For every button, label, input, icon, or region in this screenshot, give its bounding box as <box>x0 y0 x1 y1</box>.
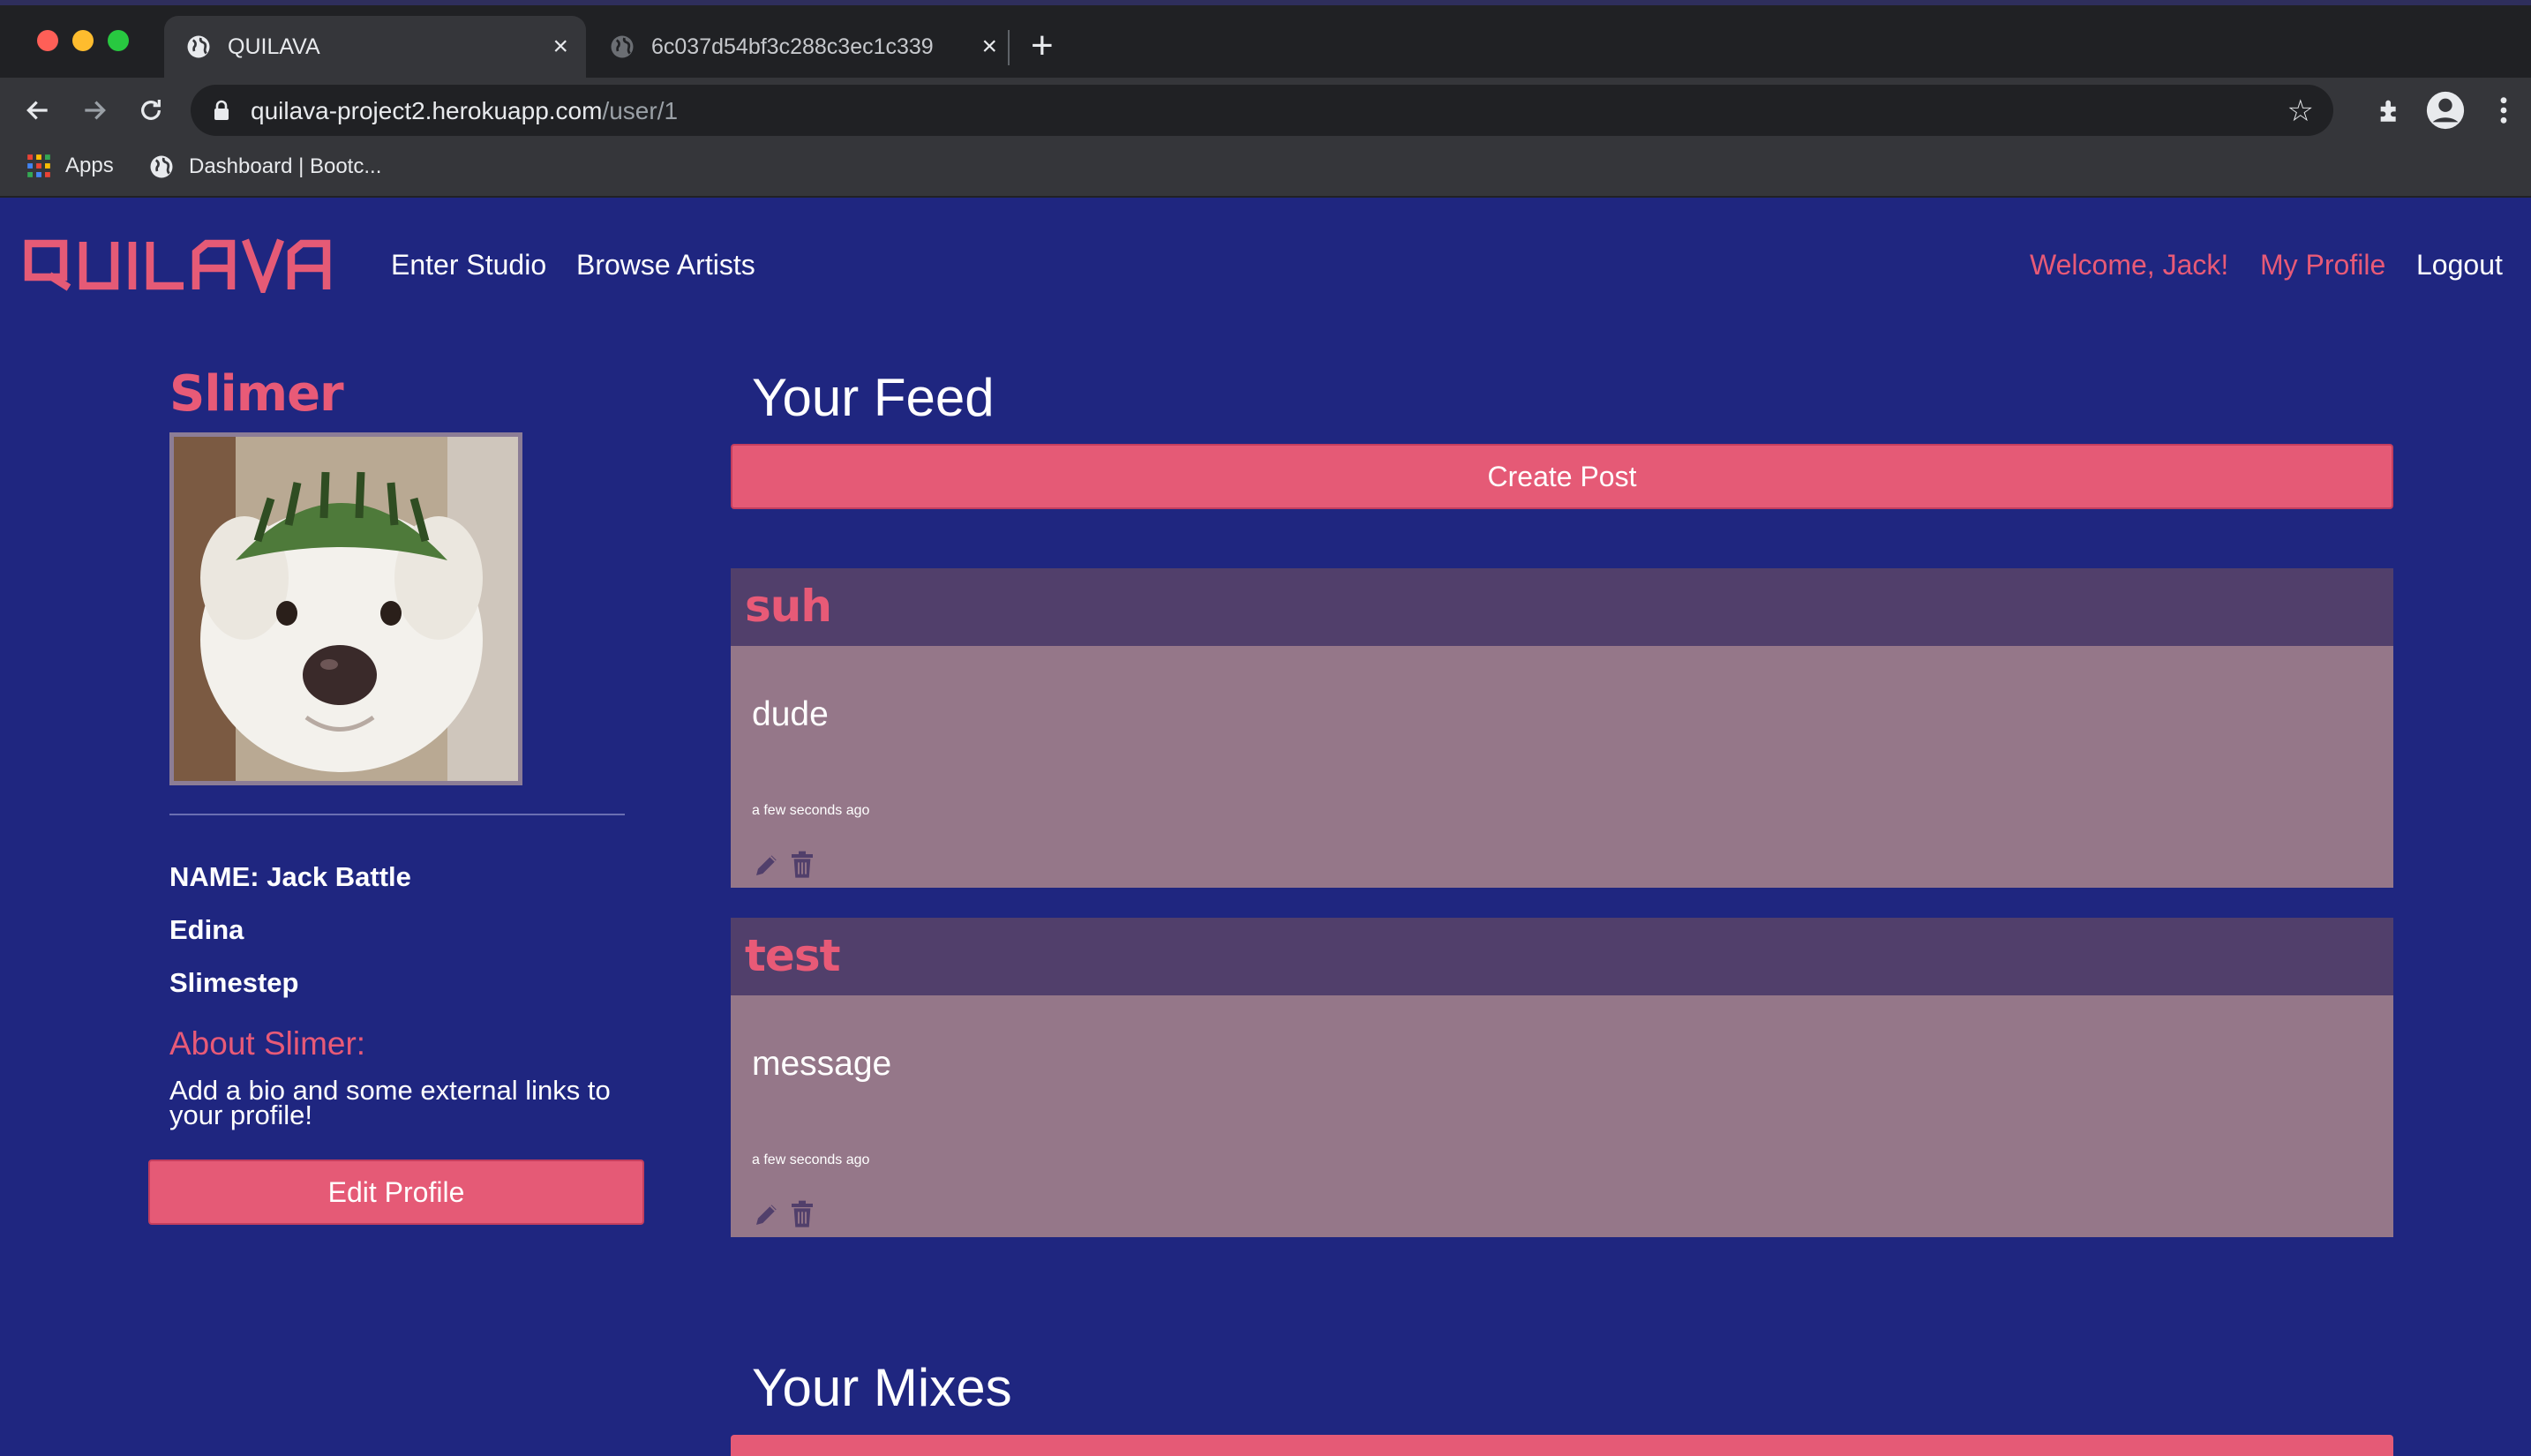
nav-logout[interactable]: Logout <box>2416 249 2503 281</box>
browser-toolbar: quilava-project2.herokuapp.com/user/1 ☆ <box>0 78 2531 143</box>
post-header: suh <box>731 568 2393 646</box>
profile-avatar <box>169 432 522 785</box>
forward-arrow-icon[interactable] <box>74 90 115 131</box>
pencil-edit-icon[interactable] <box>752 851 782 879</box>
profile-location: Edina <box>169 914 244 945</box>
brand-logo[interactable] <box>23 238 341 299</box>
bookmarks-bar: Apps Dashboard | Bootc... <box>0 143 2531 198</box>
close-window-button[interactable] <box>37 30 58 51</box>
feed-post: test message a few seconds ago <box>731 918 2393 1237</box>
bookmark-dashboard[interactable]: Dashboard | Bootc... <box>148 154 381 180</box>
tab-close-icon[interactable]: × <box>981 34 997 60</box>
nav-my-profile[interactable]: My Profile <box>2260 249 2385 281</box>
post-timestamp: a few seconds ago <box>752 1152 870 1167</box>
create-post-button[interactable]: Create Post <box>731 444 2393 509</box>
nav-browse-artists[interactable]: Browse Artists <box>576 249 755 281</box>
more-menu-icon[interactable] <box>2482 88 2526 132</box>
new-tab-icon[interactable]: + <box>1031 26 1054 65</box>
welcome-text: Welcome, Jack! <box>2030 249 2229 281</box>
tab-title: QUILAVA <box>228 34 320 59</box>
edit-profile-button[interactable]: Edit Profile <box>148 1160 644 1225</box>
globe-icon <box>187 35 210 58</box>
post-title: suh <box>745 581 832 632</box>
profile-name: NAME: Jack Battle <box>169 861 411 892</box>
profile-divider <box>169 814 625 815</box>
globe-icon <box>611 35 634 58</box>
dog-photo <box>174 437 518 781</box>
globe-icon <box>150 155 173 178</box>
mixes-button-top[interactable] <box>731 1435 2393 1456</box>
extensions-puzzle-icon[interactable] <box>2369 88 2413 132</box>
profile-display-name: Slimer <box>169 365 344 423</box>
post-body: dude a few seconds ago <box>731 646 2393 888</box>
apps-grid-icon <box>27 154 50 177</box>
post-message: dude <box>752 695 829 733</box>
feed-post: suh dude a few seconds ago <box>731 568 2393 888</box>
bookmark-label: Apps <box>65 154 114 177</box>
tab-title: 6c037d54bf3c288c3ec1c339 <box>651 34 934 59</box>
url-host: quilava-project2.herokuapp.com <box>251 97 603 124</box>
profile-genre: Slimestep <box>169 967 299 998</box>
trash-delete-icon[interactable] <box>789 1200 815 1228</box>
back-arrow-icon[interactable] <box>18 90 58 131</box>
address-bar[interactable]: quilava-project2.herokuapp.com/user/1 ☆ <box>191 85 2333 136</box>
minimize-window-button[interactable] <box>72 30 94 51</box>
nav-enter-studio[interactable]: Enter Studio <box>391 249 546 281</box>
feed-title: Your Feed <box>752 368 995 427</box>
tab-quilava[interactable]: QUILAVA × <box>164 16 586 78</box>
bookmark-label: Dashboard | Bootc... <box>189 154 382 178</box>
post-title: test <box>745 930 840 981</box>
pencil-edit-icon[interactable] <box>752 1200 782 1228</box>
reload-icon[interactable] <box>131 90 171 131</box>
post-message: message <box>752 1045 892 1083</box>
maximize-window-button[interactable] <box>108 30 129 51</box>
account-avatar-icon[interactable] <box>2423 88 2467 132</box>
post-actions <box>752 851 815 879</box>
tab-close-icon[interactable]: × <box>552 34 568 60</box>
post-actions <box>752 1200 815 1228</box>
bookmark-apps[interactable]: Apps <box>26 154 114 178</box>
post-header: test <box>731 918 2393 995</box>
page-content: Enter Studio Browse Artists Welcome, Jac… <box>0 198 2531 1456</box>
tab-second[interactable]: 6c037d54bf3c288c3ec1c339 × <box>593 16 1015 78</box>
lock-icon <box>214 100 229 120</box>
tab-separator <box>1008 30 1010 65</box>
bookmark-star-icon[interactable]: ☆ <box>2287 94 2314 129</box>
url-path: /user/1 <box>602 97 679 124</box>
mixes-title: Your Mixes <box>752 1358 1012 1417</box>
browser-chrome: QUILAVA × 6c037d54bf3c288c3ec1c339 × + q… <box>0 0 2531 198</box>
post-body: message a few seconds ago <box>731 995 2393 1237</box>
url-text: quilava-project2.herokuapp.com/user/1 <box>251 97 678 125</box>
about-heading: About Slimer: <box>169 1025 366 1062</box>
post-timestamp: a few seconds ago <box>752 803 870 818</box>
quilava-logo <box>24 238 331 299</box>
trash-delete-icon[interactable] <box>789 851 815 879</box>
tab-strip: QUILAVA × 6c037d54bf3c288c3ec1c339 × + <box>0 0 2531 78</box>
about-text: Add a bio and some external links to you… <box>169 1075 611 1130</box>
